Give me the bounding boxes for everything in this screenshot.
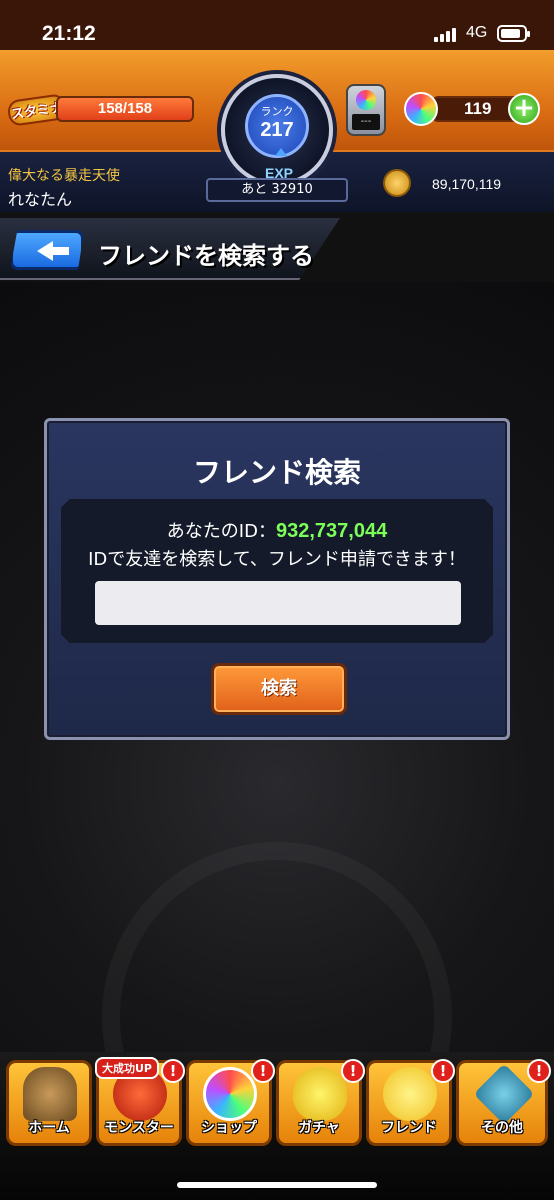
nav-gacha[interactable]: ! ガチャ [276,1059,365,1146]
dialog-title: フレンド検索 [192,456,361,489]
friend-id-input[interactable] [95,581,461,625]
rank-value: 217 [260,119,294,141]
home-indicator [177,1182,377,1188]
rank-up-arrow-icon [275,148,287,156]
search-button[interactable]: 検索 [211,663,347,715]
orb-icon [404,92,438,126]
id-prefix: あなたのID： [166,521,276,542]
nav-monster[interactable]: 大成功UP ! モンスター [95,1057,185,1146]
nav-label-other: その他 [481,1120,523,1136]
rank-label: ランク [260,105,294,118]
nav-home[interactable]: ホーム [6,1060,92,1146]
signal-icon [434,26,460,42]
nav-label-home: ホーム [28,1120,70,1136]
orb-device-icon[interactable]: --- [346,84,386,136]
nav-label-shop: ショップ [201,1120,257,1136]
nav-shop[interactable]: ! ショップ [186,1059,275,1146]
user-title: 偉大なる暴走天使 [8,168,120,184]
gacha-alert-badge: ! [341,1059,365,1083]
coin-count: 89,170,119 [432,176,502,192]
shop-alert-badge: ! [251,1059,275,1083]
nav-friend[interactable]: ! フレンド [366,1059,455,1146]
battery-icon [497,25,530,42]
back-arrow-icon [37,241,69,261]
home-icon [23,1067,77,1121]
page-title: フレンドを検索する [98,242,314,270]
nav-label-gacha: ガチャ [298,1120,340,1136]
friend-search-dialog: フレンド検索 あなたのID：932,737,044 IDで友達を検索して、フレン… [44,418,510,740]
success-up-badge: 大成功UP [95,1057,159,1079]
nav-label-friend: フレンド [381,1120,437,1136]
friend-icon [383,1067,437,1121]
add-orb-button[interactable]: + [508,93,540,125]
gacha-egg-icon [293,1067,347,1121]
other-icon [473,1063,535,1125]
stamina-bar: 158/158 [56,96,194,122]
network-label: 4G [466,24,488,41]
nav-other[interactable]: ! その他 [456,1059,551,1146]
device-screen: --- [352,114,380,130]
stamina-text: 158/158 [97,100,153,117]
coin-icon [383,169,411,197]
other-alert-badge: ! [527,1059,551,1083]
status-time: 21:12 [42,22,96,45]
user-name: れなたん [8,190,73,209]
back-button[interactable] [10,230,84,270]
friend-alert-badge: ! [431,1059,455,1083]
help-text: IDで友達を検索して、フレンド申請できます！ [88,549,466,570]
nav-label-monster: モンスター [104,1120,174,1136]
monster-alert-badge: ! [161,1059,185,1083]
shop-orb-icon [203,1067,257,1121]
my-id-value: 932,737,044 [275,520,388,542]
my-id-line: あなたのID：932,737,044 [61,517,493,543]
dialog-content: あなたのID：932,737,044 IDで友達を検索して、フレンド申請できます… [61,499,493,643]
exp-remaining: あと 32910 [206,178,348,202]
